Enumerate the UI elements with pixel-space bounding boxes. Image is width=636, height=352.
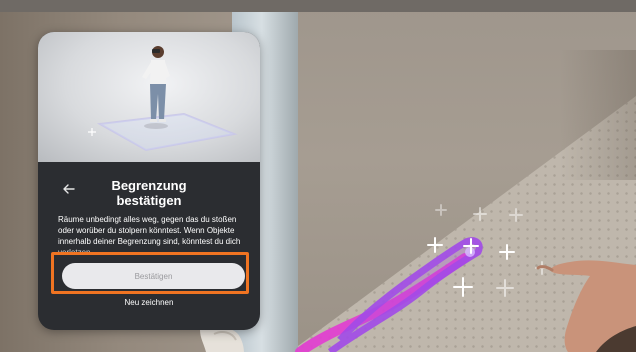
- boundary-confirm-dialog: Begrenzung bestätigen Räume unbedingt al…: [38, 32, 260, 330]
- avatar-boundary-illustration: [88, 46, 238, 152]
- arrow-left-icon[interactable]: [62, 182, 76, 196]
- plus-marker-icon: [427, 204, 549, 297]
- right-hand: [536, 260, 636, 352]
- dialog-title-line2: bestätigen: [116, 193, 182, 208]
- confirm-button-highlight: [51, 252, 249, 294]
- guardian-boundary-ribbon: [327, 237, 483, 352]
- left-hand: [200, 326, 244, 352]
- redraw-link[interactable]: Neu zeichnen: [38, 298, 260, 307]
- dialog-title-line1: Begrenzung: [111, 178, 187, 193]
- dialog-title: Begrenzung bestätigen: [78, 178, 220, 208]
- hero-illustration: [38, 32, 260, 162]
- passthrough-scene: Begrenzung bestätigen Räume unbedingt al…: [0, 0, 636, 352]
